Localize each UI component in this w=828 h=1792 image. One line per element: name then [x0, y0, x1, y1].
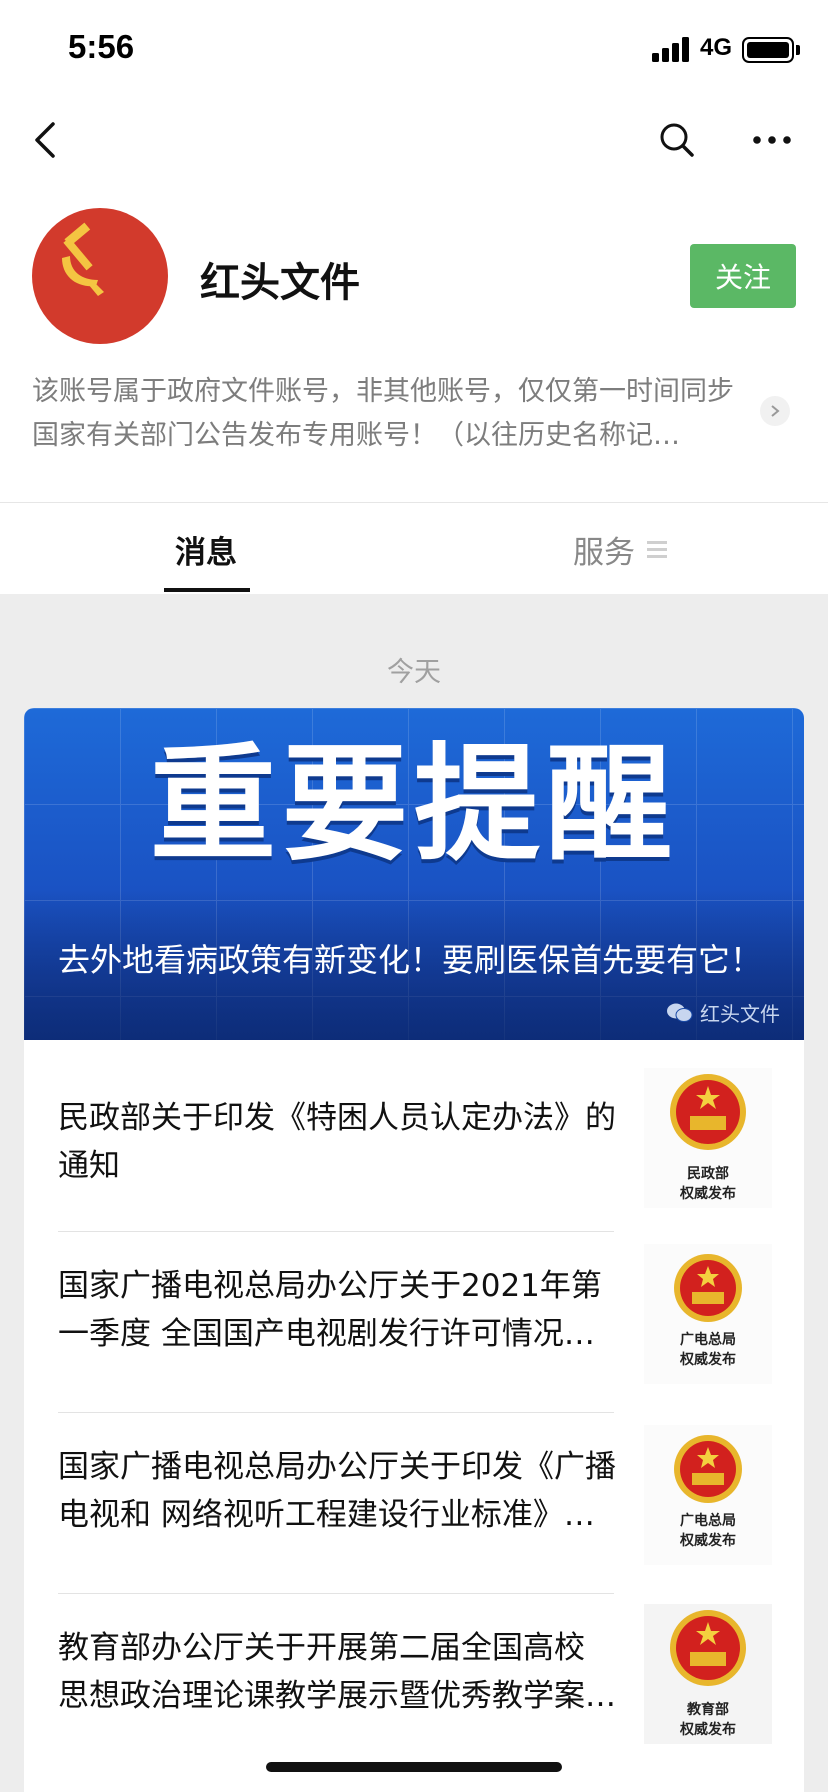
banner-image-text: 重要提醒: [150, 731, 678, 878]
active-tab-indicator: [164, 588, 250, 592]
chevron-right-icon: [771, 405, 780, 417]
thumb-label-release: 权威发布: [680, 1186, 736, 1202]
article-item[interactable]: 教育部办公厅关于开展第二届全国高校 思想政治理论课教学展示暨优秀教学案例评选 教…: [24, 1604, 804, 1784]
more-dots-icon: [753, 136, 791, 144]
banner-source-name: 红头文件: [700, 1002, 780, 1026]
account-description[interactable]: 该账号属于政府文件账号，非其他账号，仅仅第一时间同步国家有关部门公告发布专用账号…: [32, 370, 748, 458]
national-emblem-icon: [674, 1435, 742, 1503]
national-emblem-icon: [674, 1254, 742, 1322]
article-thumbnail: 广电总局 权威发布: [644, 1425, 772, 1565]
message-card: 重要提醒 去外地看病政策有新变化！要刷医保首先要有它！ 红头文件 民政部关于印发…: [24, 708, 804, 1792]
divider: [58, 1593, 614, 1594]
home-indicator[interactable]: [266, 1762, 562, 1772]
wechat-icon: [667, 1003, 693, 1022]
date-label: 今天: [387, 657, 441, 688]
account-avatar[interactable]: [32, 208, 168, 344]
tab-bar: 消息 服务: [0, 502, 828, 594]
status-time: 5:56: [68, 28, 135, 65]
article-title: 民政部关于印发《特困人员认定办法》的通知: [58, 1100, 616, 1184]
article-title: 国家广播电视总局办公厅关于印发《广播电视和 网络视听工程建设行业标准》的通知: [58, 1449, 616, 1533]
thumb-label-dept: 广电总局: [680, 1332, 736, 1348]
article-thumbnail: 广电总局 权威发布: [644, 1244, 772, 1384]
follow-button[interactable]: 关注: [690, 244, 796, 308]
divider: [58, 1231, 614, 1232]
thumb-label-dept: 民政部: [687, 1166, 729, 1182]
chevron-left-icon: [35, 122, 55, 158]
more-button[interactable]: [746, 100, 798, 180]
network-type: 4G: [700, 34, 733, 61]
featured-article[interactable]: 重要提醒 去外地看病政策有新变化！要刷医保首先要有它！ 红头文件: [24, 708, 804, 1040]
thumb-label-dept: 教育部: [687, 1702, 729, 1718]
back-button[interactable]: [20, 100, 70, 180]
thumb-label-dept: 广电总局: [680, 1513, 736, 1529]
article-item[interactable]: 国家广播电视总局办公厅关于2021年第一季度 全国国产电视剧发行许可情况的通告 …: [24, 1242, 804, 1422]
thumb-label-release: 权威发布: [680, 1352, 736, 1368]
thumb-label-release: 权威发布: [680, 1722, 736, 1738]
search-button[interactable]: [652, 100, 702, 180]
battery-icon: [742, 37, 794, 63]
description-expand-button[interactable]: [760, 396, 790, 426]
article-thumbnail: 民政部 权威发布: [644, 1068, 772, 1208]
national-emblem-icon: [670, 1074, 746, 1150]
article-thumbnail: 教育部 权威发布: [644, 1604, 772, 1744]
tab-services-label: 服务: [573, 534, 635, 571]
hammer-sickle-icon: [62, 222, 104, 296]
menu-lines-icon: [647, 540, 667, 558]
nav-bar: [0, 100, 828, 180]
status-bar: 5:56 4G: [0, 0, 828, 100]
banner-source: 红头文件: [666, 998, 780, 1027]
signal-strength-icon: [652, 36, 692, 62]
account-name: 红头文件: [200, 260, 360, 306]
divider: [58, 1412, 614, 1413]
account-profile: 红头文件 关注 该账号属于政府文件账号，非其他账号，仅仅第一时间同步国家有关部门…: [0, 180, 828, 502]
search-icon: [660, 123, 694, 157]
article-item[interactable]: 国家广播电视总局办公厅关于印发《广播电视和 网络视听工程建设行业标准》的通知 广…: [24, 1423, 804, 1603]
battery-tip: [796, 45, 800, 55]
tab-messages[interactable]: 消息: [160, 503, 252, 595]
article-title: 国家广播电视总局办公厅关于2021年第一季度 全国国产电视剧发行许可情况的通告: [58, 1268, 602, 1352]
article-item[interactable]: 民政部关于印发《特困人员认定办法》的通知 民政部 权威发布: [24, 1062, 804, 1242]
featured-article-title: 去外地看病政策有新变化！要刷医保首先要有它！: [58, 941, 763, 979]
article-title: 教育部办公厅关于开展第二届全国高校 思想政治理论课教学展示暨优秀教学案例评选: [58, 1630, 616, 1714]
tab-services[interactable]: 服务: [560, 503, 680, 595]
thumb-label-release: 权威发布: [680, 1533, 736, 1549]
national-emblem-icon: [670, 1610, 746, 1686]
